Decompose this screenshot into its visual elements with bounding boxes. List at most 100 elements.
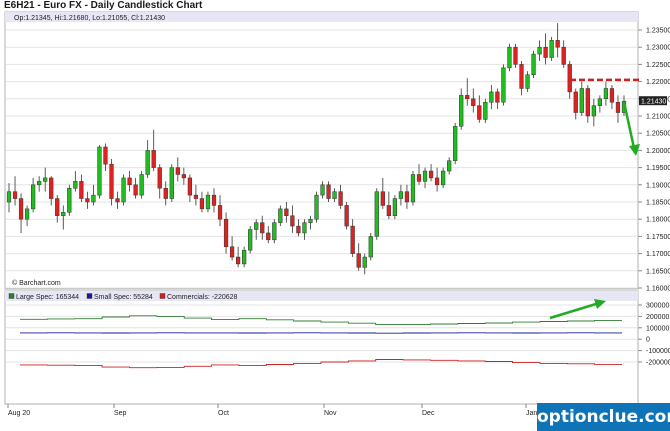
price-tick-label: 1.17500 bbox=[646, 234, 670, 241]
candle-body-up bbox=[501, 67, 506, 103]
candle-body-up bbox=[30, 184, 36, 210]
candle-body-up bbox=[302, 222, 307, 234]
candle-body-up bbox=[597, 98, 603, 106]
candle-body-up bbox=[205, 194, 211, 210]
candle bbox=[314, 191, 319, 223]
candle-body-down bbox=[127, 177, 132, 186]
candle-body-down bbox=[609, 88, 615, 103]
candle bbox=[410, 171, 416, 206]
candle-body-down bbox=[386, 205, 391, 217]
candle-body-down bbox=[326, 184, 331, 199]
price-tick-label: 1.18500 bbox=[646, 200, 670, 207]
candle-body-up bbox=[145, 150, 150, 175]
date-tick-label: Aug 20 bbox=[8, 410, 30, 417]
date-tick-label: Sep bbox=[114, 410, 127, 417]
candle-body-up bbox=[314, 194, 319, 220]
candle-body-up bbox=[422, 170, 428, 182]
candle bbox=[453, 122, 458, 165]
candle-body-up bbox=[242, 249, 247, 265]
candle-body-down bbox=[585, 88, 590, 117]
candle-body-down bbox=[350, 225, 355, 254]
cot-panel bbox=[4, 290, 639, 405]
candle-body-down bbox=[181, 174, 186, 179]
cot-tick-label: 100000 bbox=[646, 325, 669, 332]
candle-body-down bbox=[404, 191, 410, 203]
price-tick-label: 1.23000 bbox=[646, 45, 670, 52]
candle-body-up bbox=[169, 167, 174, 199]
candle-body-up bbox=[368, 236, 373, 258]
candle-body-down bbox=[567, 64, 572, 93]
price-axis: 1.235001.230001.225001.220001.215001.210… bbox=[638, 28, 670, 293]
candle bbox=[531, 50, 536, 79]
candle-body-down bbox=[266, 232, 271, 241]
price-tick-label: 1.21000 bbox=[646, 114, 670, 121]
candle-body-up bbox=[97, 146, 102, 196]
barchart-credit: © Barchart.com bbox=[12, 279, 61, 287]
candle-body-down bbox=[85, 198, 90, 203]
candle bbox=[97, 145, 102, 199]
cot-axis: 300000 200000 100000 0 -100000 -200000 bbox=[638, 303, 670, 367]
candle-body-up bbox=[6, 191, 12, 203]
candle-body-down bbox=[109, 163, 114, 199]
price-tick-label: 1.22000 bbox=[646, 79, 670, 86]
candle-body-up bbox=[308, 218, 313, 223]
candle-body-down bbox=[18, 198, 24, 220]
date-axis: Aug 20SepOctNovDecJan 21 bbox=[7, 404, 547, 417]
candle-body-down bbox=[260, 222, 265, 234]
price-tick-label: 1.20000 bbox=[646, 148, 670, 155]
candle-body-up bbox=[320, 184, 325, 196]
candle bbox=[513, 43, 518, 68]
cot-tick-label: 200000 bbox=[646, 314, 669, 321]
legend-label: Large Spec: 165344 bbox=[16, 294, 79, 301]
cot-tick-label: 300000 bbox=[646, 303, 669, 310]
legend-label: Commercials: -220628 bbox=[167, 294, 238, 301]
candle-body-down bbox=[235, 256, 241, 265]
ohlc-readout: Op:1.21345, Hi:1.21680, Lo:1.21055, Cl:1… bbox=[14, 15, 165, 22]
candle-body-down bbox=[187, 177, 193, 196]
candle-body-up bbox=[410, 174, 416, 203]
legend-label: Small Spec: 55284 bbox=[94, 294, 153, 301]
candle-body-down bbox=[416, 174, 422, 182]
candle-body-down bbox=[543, 46, 548, 58]
price-tick-label: 1.16500 bbox=[646, 268, 670, 275]
chart-canvas: Op:1.21345, Hi:1.21680, Lo:1.21055, Cl:1… bbox=[4, 11, 670, 417]
candle-body-down bbox=[513, 46, 518, 65]
candle-body-down bbox=[356, 253, 361, 268]
candle-body-down bbox=[175, 167, 180, 175]
candle-body-down bbox=[290, 215, 295, 227]
candle-body-up bbox=[67, 187, 72, 213]
price-tick-label: 1.19000 bbox=[646, 182, 670, 189]
candle bbox=[507, 43, 512, 72]
candle-body-up bbox=[489, 91, 494, 103]
price-tick-label: 1.23500 bbox=[646, 28, 670, 35]
candle-body-down bbox=[465, 95, 470, 100]
candle-body-up bbox=[603, 88, 609, 100]
price-tick-label: 1.20500 bbox=[646, 131, 670, 138]
candle-body-down bbox=[103, 146, 108, 165]
candle-body-down bbox=[211, 194, 217, 206]
legend-swatch bbox=[8, 293, 15, 299]
candle-body-up bbox=[398, 191, 404, 199]
date-tick-label: Nov bbox=[324, 410, 337, 417]
candle-body-up bbox=[525, 74, 530, 89]
candle-body-down bbox=[217, 205, 223, 220]
candle-body-up bbox=[278, 208, 283, 223]
legend-swatch bbox=[86, 293, 93, 299]
candle bbox=[501, 64, 506, 106]
candle-body-down bbox=[471, 98, 476, 106]
candle-body-up bbox=[531, 53, 536, 75]
candle-body-down bbox=[434, 177, 440, 186]
candle-body-up bbox=[537, 46, 542, 55]
candle bbox=[374, 188, 379, 240]
candle-body-up bbox=[440, 170, 446, 186]
candle-body-down bbox=[133, 184, 138, 196]
candle-body-down bbox=[284, 208, 289, 217]
candle-body-up bbox=[549, 40, 554, 58]
candle bbox=[67, 184, 72, 216]
candle-body-up bbox=[248, 229, 253, 251]
watermark-logo: optionclue.com bbox=[537, 403, 670, 431]
candle-body-down bbox=[115, 198, 120, 203]
candle-body-down bbox=[193, 194, 199, 199]
candle-body-up bbox=[254, 222, 259, 230]
candle bbox=[169, 164, 174, 202]
